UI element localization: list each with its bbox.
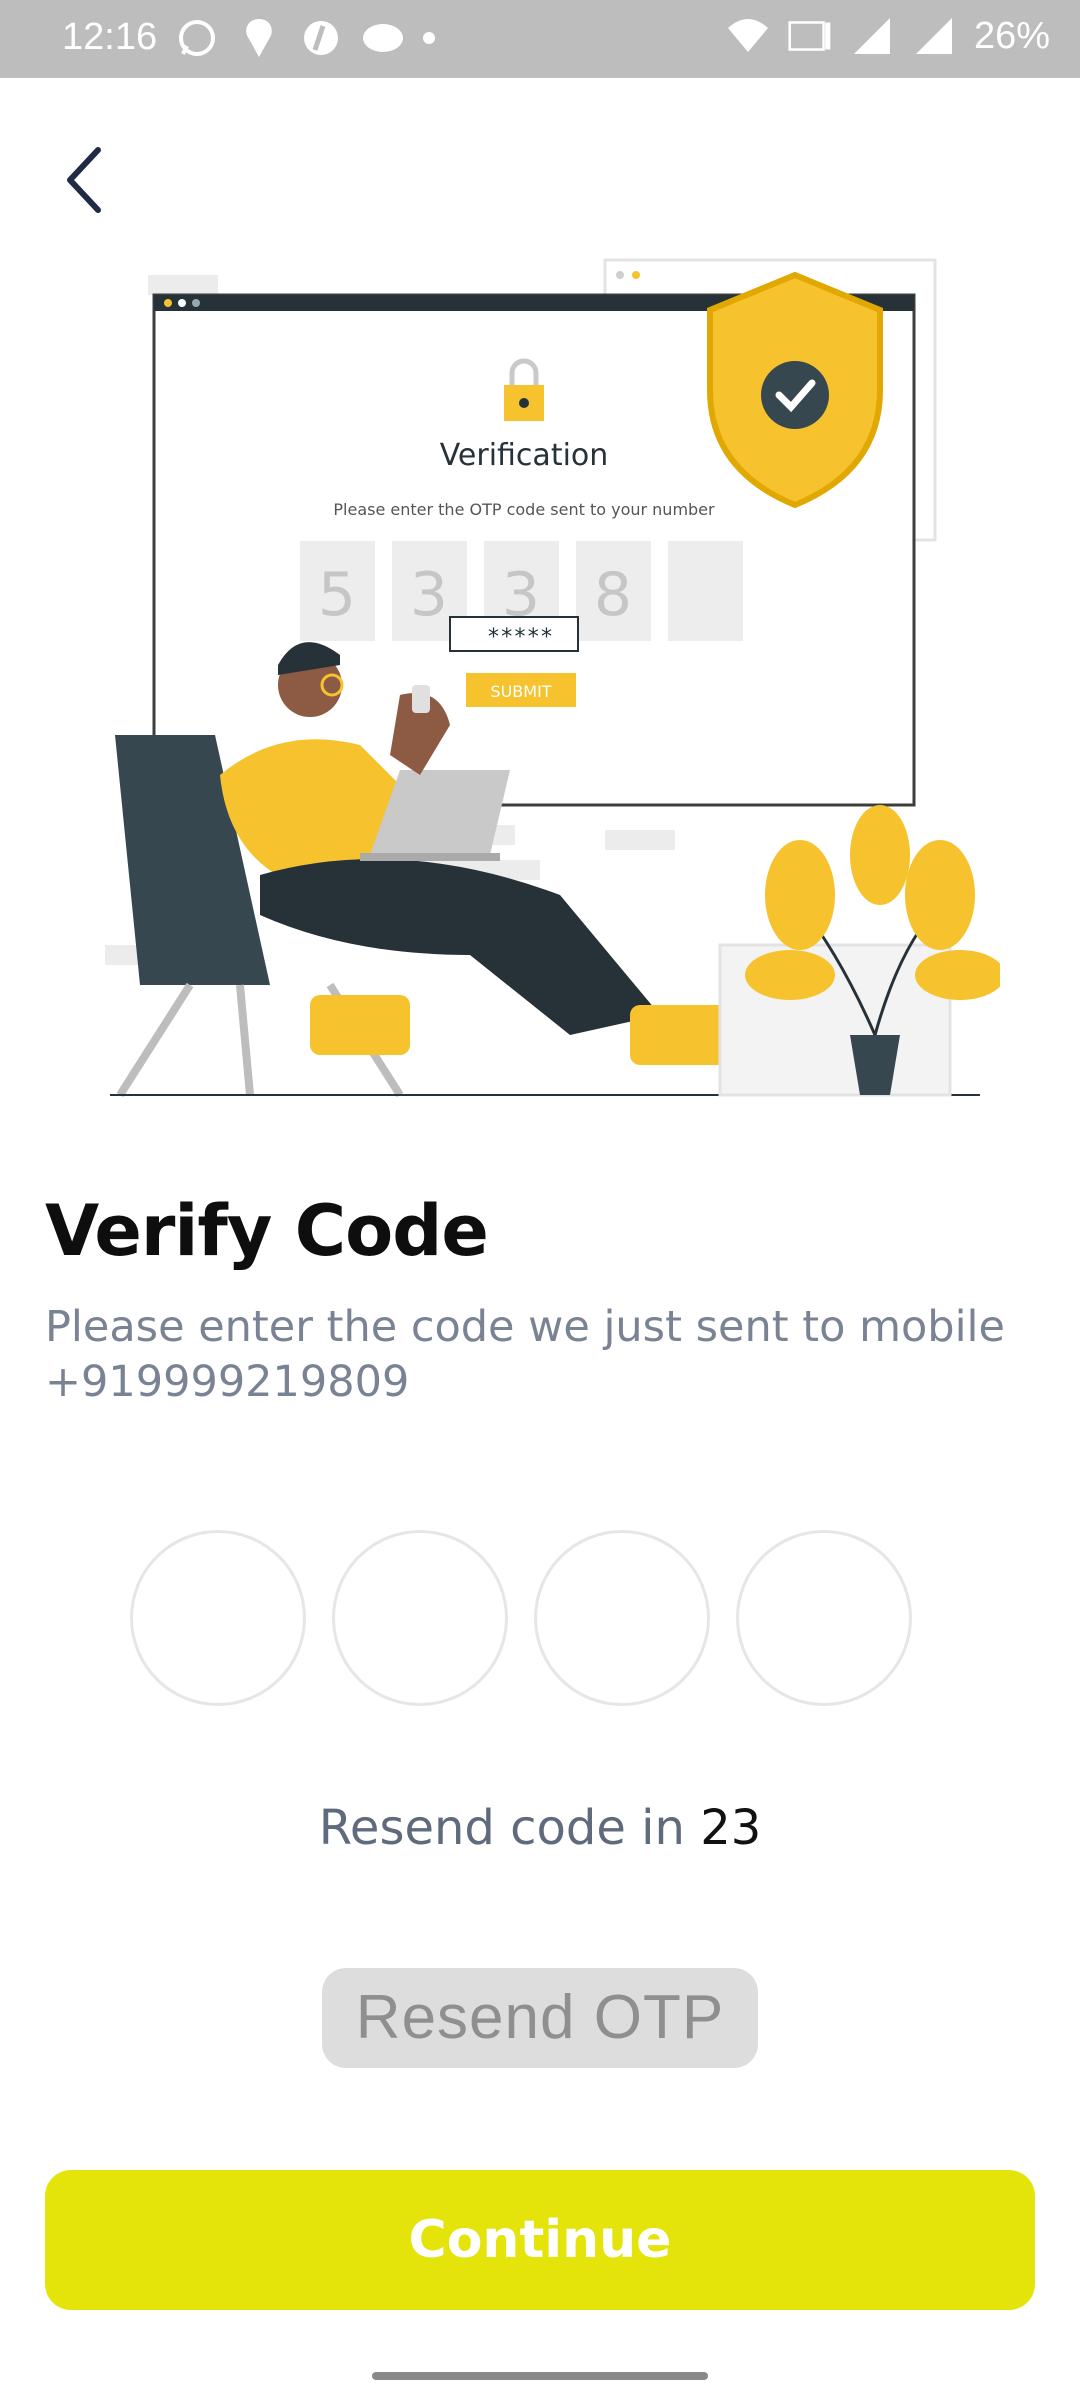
signal-icon [850, 14, 894, 58]
resend-timer-count: 23 [700, 1800, 762, 1856]
sample-digit: 5 [318, 560, 356, 630]
otp-digit-3[interactable] [534, 1530, 710, 1706]
sample-digit: 8 [594, 560, 632, 630]
otp-digit-4[interactable] [736, 1530, 912, 1706]
signal2-icon [912, 14, 956, 58]
continue-button[interactable]: Continue [45, 2170, 1035, 2310]
wifi-icon [726, 14, 770, 58]
status-time: 12:16 [62, 16, 158, 58]
verification-illustration: Verification Please enter the OTP code s… [100, 255, 1005, 1175]
dot-icon [423, 32, 435, 44]
resend-timer: Resend code in 23 [0, 1800, 1080, 1856]
sample-digit: 3 [410, 560, 448, 630]
resend-otp-button[interactable]: Resend OTP [322, 1968, 758, 2068]
chevron-left-icon [67, 147, 101, 213]
illustration-submit: SUBMIT [490, 682, 551, 701]
password-mask: ***** [487, 625, 553, 650]
battery-level: 26% [973, 14, 1050, 57]
resend-timer-label: Resend code in [318, 1800, 701, 1856]
page-title: Verify Code [45, 1190, 489, 1272]
app-icon [299, 16, 343, 60]
page-subtitle: Please enter the code we just sent to mo… [45, 1302, 1005, 1407]
illustration-title: Verification [440, 438, 609, 473]
system-icons: 26% [726, 14, 1050, 58]
whatsapp-icon [175, 16, 219, 60]
illustration-instruction: Please enter the OTP code sent to your n… [333, 500, 715, 519]
otp-digit-2[interactable] [332, 1530, 508, 1706]
app2-icon [361, 16, 405, 60]
status-bar: 12:16 26% [0, 0, 1080, 78]
otp-digit-1[interactable] [130, 1530, 306, 1706]
notification-icons [175, 16, 435, 60]
home-indicator[interactable] [372, 2372, 708, 2380]
back-button[interactable] [58, 140, 118, 220]
otp-input-group [130, 1530, 912, 1706]
lte-icon [788, 14, 832, 58]
swiggy-icon [237, 16, 281, 60]
